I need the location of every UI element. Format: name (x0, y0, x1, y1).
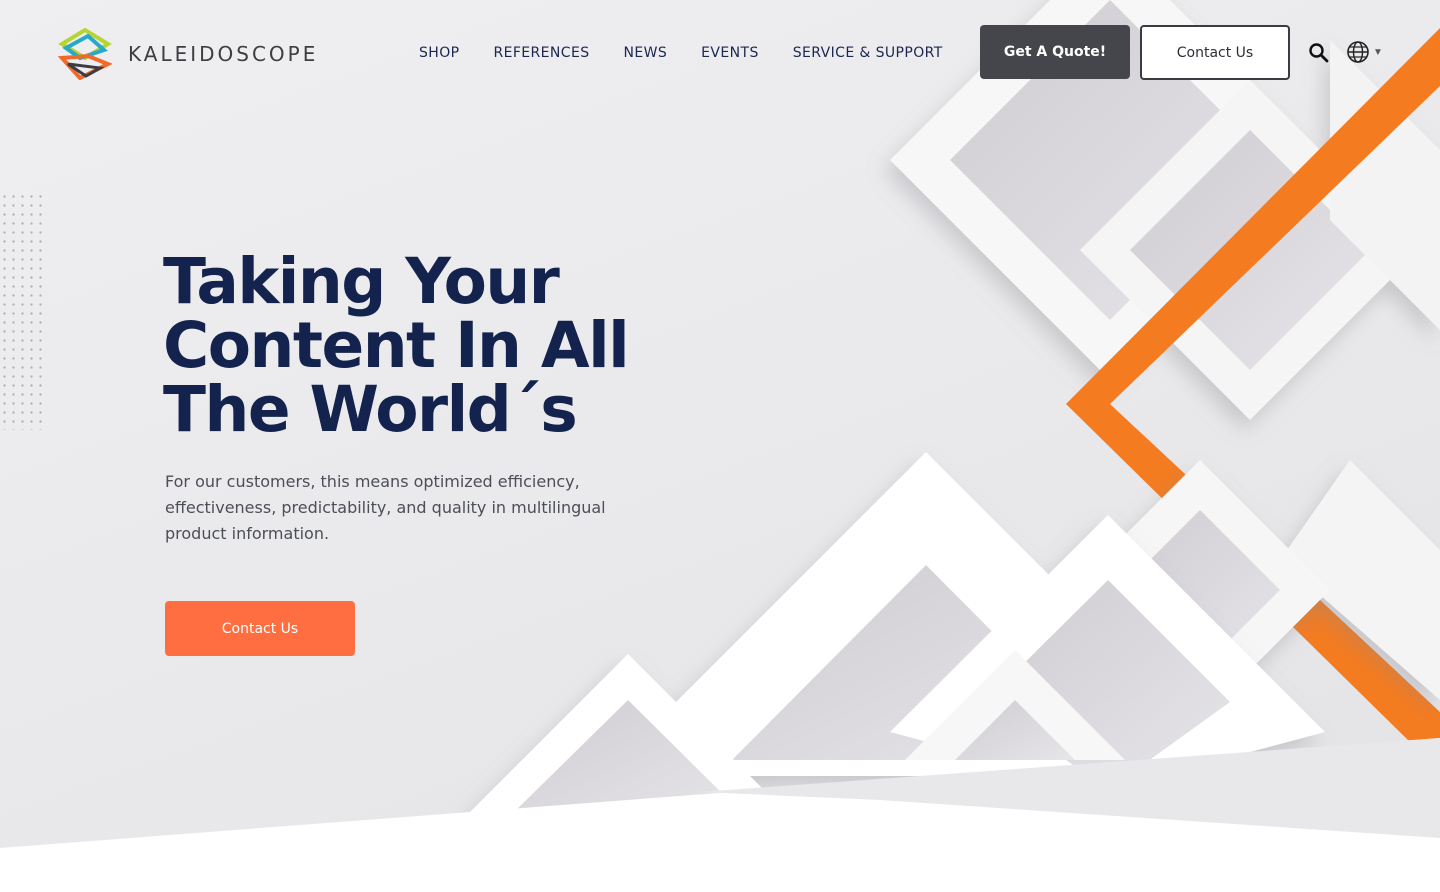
headline-line: Content In All (163, 309, 630, 382)
hero-headline: Taking Your Content In All The World´s (163, 250, 683, 442)
main-navigation: SHOP REFERENCES NEWS EVENTS SERVICE & SU… (419, 45, 977, 61)
hero-contact-button[interactable]: Contact Us (165, 601, 355, 656)
headline-line: The World´s (163, 373, 578, 446)
search-icon (1309, 43, 1329, 63)
dot-pattern (0, 192, 48, 430)
headline-line: Taking Your (163, 245, 560, 318)
nav-item-events[interactable]: EVENTS (701, 45, 759, 61)
nav-item-shop[interactable]: SHOP (419, 45, 459, 61)
get-quote-button[interactable]: Get A Quote! (980, 25, 1130, 79)
nav-item-service-support[interactable]: SERVICE & SUPPORT (793, 45, 943, 61)
hero-geometric-artwork (0, 0, 1440, 892)
hero-subtext: For our customers, this means optimized … (165, 472, 606, 543)
language-selector[interactable]: ▼ (1346, 40, 1386, 64)
search-button[interactable] (1308, 42, 1330, 64)
chevron-down-icon: ▼ (1373, 46, 1383, 58)
globe-icon (1347, 41, 1369, 63)
brand-name: KALEIDOSCOPE (128, 42, 319, 66)
kaleidoscope-logo-icon (58, 28, 112, 80)
nav-item-news[interactable]: NEWS (624, 45, 668, 61)
nav-item-references[interactable]: REFERENCES (493, 45, 589, 61)
brand-logo[interactable]: KALEIDOSCOPE (58, 28, 318, 80)
header-contact-button[interactable]: Contact Us (1140, 25, 1290, 80)
